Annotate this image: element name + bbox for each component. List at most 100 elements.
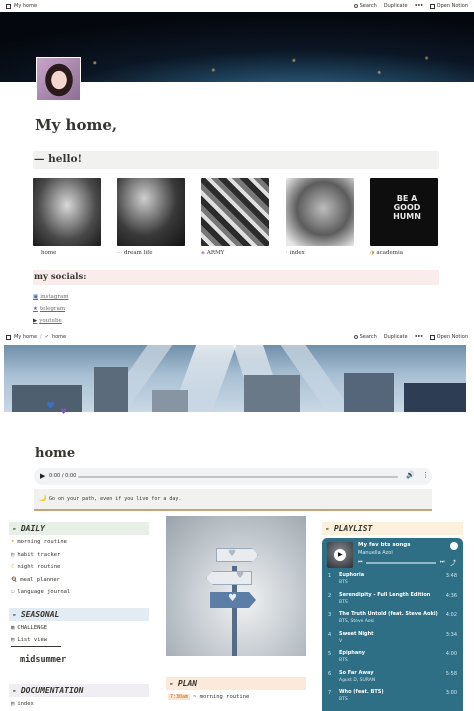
gallery-label: ARMY [206,250,225,256]
track-row[interactable]: 4 Sweet Night V 3:34 [322,630,463,649]
play-button[interactable]: ▶ [334,549,346,561]
breadcrumb-page[interactable]: home [52,334,66,340]
track-row[interactable]: 6 So Far Away Agust D, SURAN 5:58 [322,669,463,688]
moon-icon: ☾ [11,564,15,571]
check-icon: ✓ [44,334,49,340]
gallery-image [117,178,185,246]
gallery-image [286,178,354,246]
playlist-owner: Manuella Azol [358,550,393,556]
topbar-1: My home Search Duplicate ••• Open Notion [0,0,474,12]
search-button[interactable]: Search [353,334,377,340]
socials-list: ▣ instagram ★ telegram ▶ youtube [33,291,68,327]
army-icon: ◈ [201,250,205,256]
hello-header: — hello! [33,151,439,169]
plan-header: - PLAN [166,677,306,690]
spotify-logo-icon [450,542,458,550]
calendar-icon: ▦ [11,625,15,632]
heart-icon: ♥ [228,593,237,604]
open-notion-button[interactable]: Open Notion [429,334,468,340]
social-link-instagram[interactable]: ▣ instagram [33,291,68,303]
next-icon[interactable]: ⏭ [440,559,445,565]
breadcrumb-root[interactable]: My home [14,334,37,340]
gallery-image: BE A GOOD HUMN [370,178,438,246]
notion-icon [429,334,435,340]
gallery-card-dream-life[interactable]: ⋯ dream life [117,178,185,256]
documentation-header: - DOCUMENTATION [9,684,149,697]
list-item[interactable]: ▦ CHALLENGE [11,622,61,635]
share-icon[interactable]: ⤴ [450,558,456,567]
prev-icon[interactable]: ⏮ [358,559,363,565]
gallery-label: academia [376,250,404,256]
seasonal-header: - SEASONAL [9,608,149,621]
search-icon [353,335,358,339]
audio-player[interactable]: ▶ 0:00 / 0:00 🔊 ⋮ [34,468,432,485]
options-icon[interactable]: ⋮ [422,471,429,479]
youtube-icon: ▶ [33,318,38,324]
heart-icon: ♥ [236,571,245,581]
page-title: My home, [35,116,118,134]
page-icon-avatar[interactable] [36,57,81,101]
list-item[interactable]: ☾ night routine [11,561,70,574]
moon-icon: 🌙 [39,495,47,502]
breadcrumb[interactable]: My home [14,3,37,9]
search-button[interactable]: Search [353,3,377,9]
breadcrumb-separator: / [40,334,42,340]
list-item[interactable]: ▭ language journal [11,586,70,599]
track-row[interactable]: 1 Euphoria BTS 3:48 [322,571,463,590]
page-icon [6,334,11,340]
audio-time: 0:00 / 0:00 [49,473,77,479]
playback-progress[interactable] [366,562,436,564]
playlist-name: My fav bts songs [358,542,411,548]
duplicate-button[interactable]: Duplicate [384,3,408,9]
daily-list: ☀ morning routine ▤ habit tracker ☾ night r… [11,536,70,599]
plan-item[interactable]: 7:30am ~ morning routine [168,691,249,704]
spotify-embed[interactable]: ▶ My fav bts songs Manuella Azol ⏮ ⏭ ⤴ 1… [322,538,463,711]
audio-progress[interactable] [78,476,398,478]
daily-header: - DAILY [9,522,149,535]
page-icon [6,3,11,9]
gallery-label: dream life [124,250,153,256]
topbar-2: My home / ✓ home Search Duplicate ••• Op… [0,331,474,343]
heart-icon-small: ♥ [60,407,68,416]
playlist-header: - PLAYLIST [322,522,463,535]
play-icon[interactable]: ▶ [40,472,45,480]
time-badge: 7:30am [168,694,191,701]
track-row[interactable]: 5 Epiphany BTS 4:00 [322,649,463,668]
gallery-label: index [289,250,305,256]
list-item[interactable]: 🍳 meal planner [11,574,70,587]
pan-icon: 🍳 [11,576,18,583]
list-item[interactable]: ▤ habit tracker [11,549,70,562]
track-row[interactable]: 7 Who (feat. BTS) BTS 3:00 [322,688,463,707]
social-link-telegram[interactable]: ★ telegram [33,303,68,315]
heart-icon: ♥ [228,549,237,559]
socials-header: my socials: [33,270,439,285]
gallery-label: home [41,250,57,256]
track-row[interactable]: 2 Serendipity - Full Length Edition BTS … [322,591,463,610]
more-button[interactable]: ••• [415,3,424,9]
volume-icon[interactable]: 🔊 [406,471,415,479]
dots-icon: ⋯ [117,250,122,256]
list-item[interactable]: ▤ index [11,698,34,711]
star-icon: ★ [33,306,38,312]
list-item[interactable]: ☀ morning routine [11,536,70,549]
page-title-home: home [35,446,76,461]
track-row[interactable]: 3 The Truth Untold (feat. Steve Aoki) BT… [322,610,463,629]
list-view-tab[interactable]: ▤ List view [11,635,61,647]
duplicate-button[interactable]: Duplicate [384,334,408,340]
more-button[interactable]: ••• [415,334,424,340]
notion-icon [429,3,435,9]
cover-image-city [4,345,466,412]
gallery-card-academia[interactable]: BE A GOOD HUMN ◑ academia [370,178,438,256]
journal-icon: ▭ [11,589,15,596]
open-notion-button[interactable]: Open Notion [429,3,468,9]
tracker-icon: ▤ [11,551,15,558]
gallery-image [201,178,269,246]
gallery-card-army[interactable]: ◈ ARMY [201,178,269,256]
gallery-card-home[interactable]: home [33,178,101,256]
seasonal-list: ▦ CHALLENGE ▤ List view [11,622,61,647]
search-icon [353,4,358,8]
sun-icon: ☀ [11,539,15,546]
social-link-youtube[interactable]: ▶ youtube [33,315,68,327]
documentation-list: ▤ index [11,698,34,711]
gallery-card-index[interactable]: · index [286,178,354,256]
